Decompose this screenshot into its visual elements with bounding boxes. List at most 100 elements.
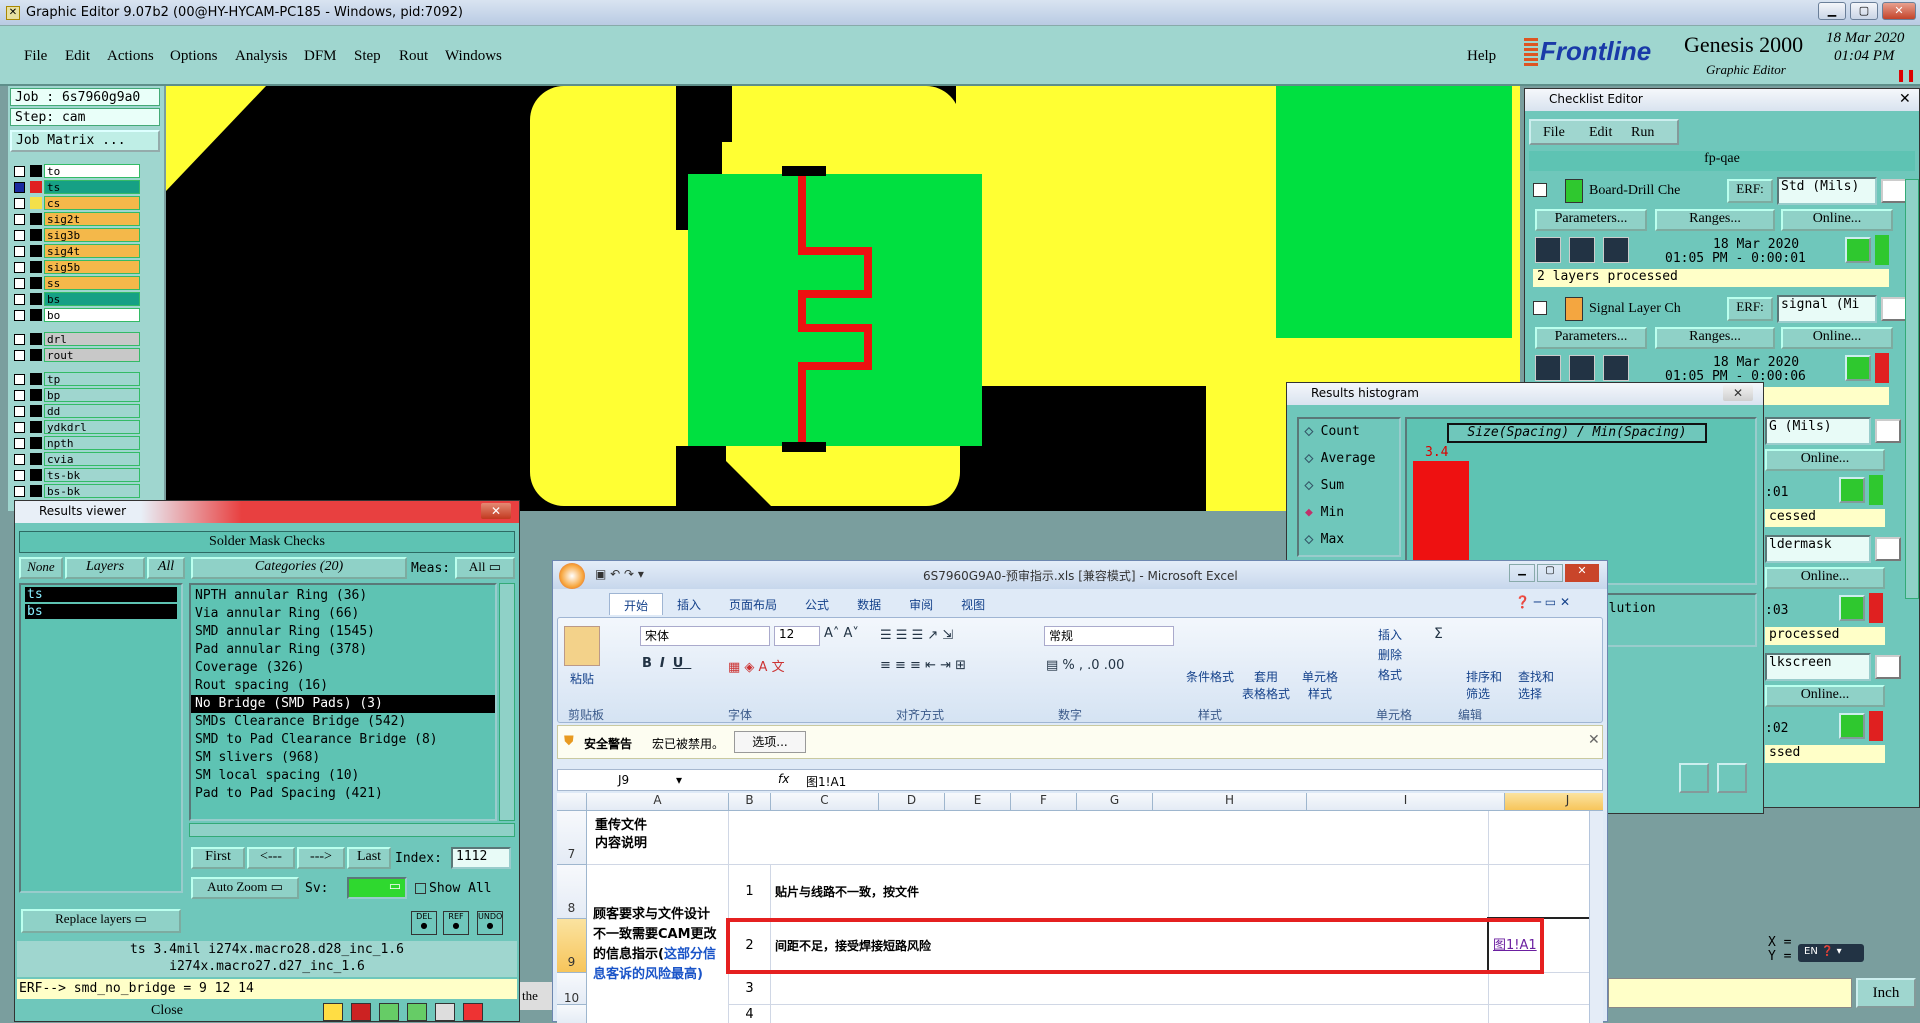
erf-value[interactable]: lkscreen — [1765, 653, 1871, 681]
column-header[interactable]: B — [729, 793, 771, 811]
sum-icon[interactable]: Σ — [1434, 626, 1443, 642]
zoom-icon[interactable] — [1845, 237, 1871, 263]
run-icon[interactable] — [1535, 355, 1561, 381]
layer-checkbox[interactable] — [14, 454, 25, 465]
layer-row-sig5b[interactable]: sig5b — [14, 260, 140, 274]
delete-icon[interactable]: DEL ● — [411, 911, 437, 935]
delete-button[interactable]: 删除 — [1378, 646, 1402, 663]
name-box-dropdown[interactable]: ▾ — [676, 773, 682, 787]
category-item[interactable]: SMDs Clearance Bridge (542) — [191, 713, 495, 731]
erf-value[interactable]: G (Mils) — [1765, 417, 1871, 445]
cell-c[interactable] — [771, 1005, 1489, 1023]
erf-button[interactable]: ERF: — [1727, 179, 1773, 203]
column-header[interactable]: C — [771, 793, 879, 811]
cell-b[interactable]: 1 — [729, 865, 771, 919]
layer-name[interactable]: ydkdrl — [44, 420, 140, 434]
categories-button[interactable]: Categories (20) — [191, 557, 407, 579]
action-checkbox[interactable] — [1533, 183, 1547, 197]
cell-a7[interactable]: 重传文件 内容说明 — [587, 811, 729, 865]
layer-checkbox[interactable] — [14, 470, 25, 481]
menu-options[interactable]: Options — [170, 48, 218, 65]
layer-row-ydkdrl[interactable]: ydkdrl — [14, 420, 140, 434]
layer-name[interactable]: sig2t — [44, 212, 140, 226]
row-header[interactable]: 7 — [557, 811, 587, 865]
office-button-icon[interactable] — [559, 563, 585, 589]
action-checkbox[interactable] — [1533, 301, 1547, 315]
checklist-menu-run[interactable]: Run — [1631, 125, 1654, 141]
layer-name[interactable]: sig3b — [44, 228, 140, 242]
result-layer-bs[interactable]: bs — [25, 604, 177, 619]
column-header[interactable]: H — [1153, 793, 1307, 811]
layer-row-rout[interactable]: rout — [14, 348, 140, 362]
menu-windows[interactable]: Windows — [445, 48, 502, 65]
radio-icon[interactable]: ◆ — [1305, 478, 1321, 494]
layer-checkbox[interactable] — [14, 310, 25, 321]
results-viewer-close-icon[interactable]: ✕ — [481, 503, 511, 519]
layer-checkbox[interactable] — [14, 374, 25, 385]
show-all-checkbox[interactable] — [415, 883, 426, 894]
job-matrix-button[interactable]: Job Matrix ... — [10, 130, 160, 152]
maximize-button[interactable]: ▢ — [1850, 2, 1878, 20]
layer-checkbox[interactable] — [14, 390, 25, 401]
row-header[interactable]: 9 — [557, 919, 587, 973]
categories-scrollbar[interactable] — [499, 583, 515, 821]
layer-checkbox[interactable] — [14, 278, 25, 289]
layer-color-swatch[interactable] — [30, 181, 42, 193]
cell-j[interactable] — [1489, 865, 1603, 919]
unit-inch-button[interactable]: Inch — [1856, 978, 1916, 1008]
cell-c[interactable] — [771, 973, 1489, 1005]
online-button[interactable]: Online... — [1781, 327, 1893, 349]
layer-name[interactable]: ts-bk — [44, 468, 140, 482]
layer-row-tp[interactable]: tp — [14, 372, 140, 386]
layer-checkbox[interactable] — [14, 214, 25, 225]
row-header[interactable]: 8 — [557, 865, 587, 919]
cell-j[interactable] — [1489, 1005, 1603, 1023]
histogram-close-icon[interactable]: ✕ — [1723, 385, 1753, 401]
cell-row7-merged[interactable] — [729, 811, 1489, 865]
help-icon[interactable] — [1875, 537, 1901, 561]
undo-icon[interactable]: UNDO ● — [477, 911, 503, 935]
tool-icon-4[interactable] — [407, 1003, 427, 1021]
layer-color-swatch[interactable] — [30, 197, 42, 209]
layer-row-drl[interactable]: drl — [14, 332, 140, 346]
layer-name[interactable]: npth — [44, 436, 140, 450]
column-header[interactable]: E — [945, 793, 1011, 811]
column-header[interactable]: D — [879, 793, 945, 811]
layer-name[interactable]: sig5b — [44, 260, 140, 274]
layer-name[interactable]: ts — [44, 180, 140, 194]
security-options-button[interactable]: 选项... — [734, 731, 806, 753]
tool-icon-1[interactable] — [323, 1003, 343, 1021]
justify-icons[interactable]: ≡ ≡ ≡ ⇤ ⇥ ⊞ — [880, 658, 966, 673]
menu-file[interactable]: File — [24, 48, 47, 65]
layer-color-swatch[interactable] — [30, 309, 42, 321]
menu-rout[interactable]: Rout — [399, 48, 428, 65]
menu-dfm[interactable]: DFM — [304, 48, 337, 65]
layer-name[interactable]: bs-bk — [44, 484, 140, 498]
layer-checkbox[interactable] — [14, 422, 25, 433]
layer-row-bo[interactable]: bo — [14, 308, 140, 322]
menu-help[interactable]: Help — [1467, 48, 1496, 65]
fill-font-color-icons[interactable]: ▦ ◈ A 文 — [728, 656, 785, 675]
category-item[interactable]: Pad annular Ring (378) — [191, 641, 495, 659]
category-item[interactable]: SM slivers (968) — [191, 749, 495, 767]
layer-checkbox[interactable] — [14, 198, 25, 209]
histogram-icon-2[interactable] — [1717, 763, 1747, 793]
categories-hscrollbar[interactable] — [189, 823, 515, 837]
parameters-button[interactable]: Parameters... — [1535, 327, 1647, 349]
select-all-corner[interactable] — [557, 793, 587, 811]
cell-style-button[interactable]: 单元格 样式 — [1302, 668, 1338, 702]
layer-checkbox[interactable] — [14, 334, 25, 345]
layer-checkbox[interactable] — [14, 294, 25, 305]
histogram-option-max[interactable]: ◆ Max — [1299, 527, 1399, 554]
run-icon[interactable] — [1569, 237, 1595, 263]
erf-value[interactable]: Std (Mils) — [1777, 177, 1877, 205]
layer-color-swatch[interactable] — [30, 165, 42, 177]
column-header[interactable]: J — [1505, 793, 1603, 811]
help-icon[interactable] — [1875, 655, 1901, 679]
table-format-button[interactable]: 套用 表格格式 — [1242, 668, 1290, 702]
find-select-button[interactable]: 查找和 选择 — [1518, 668, 1554, 702]
layer-row-ts[interactable]: ts — [14, 180, 140, 194]
histogram-option-min[interactable]: ◆ Min — [1299, 500, 1399, 527]
paste-icon[interactable] — [564, 626, 600, 666]
radio-icon[interactable]: ◆ — [1305, 505, 1321, 520]
